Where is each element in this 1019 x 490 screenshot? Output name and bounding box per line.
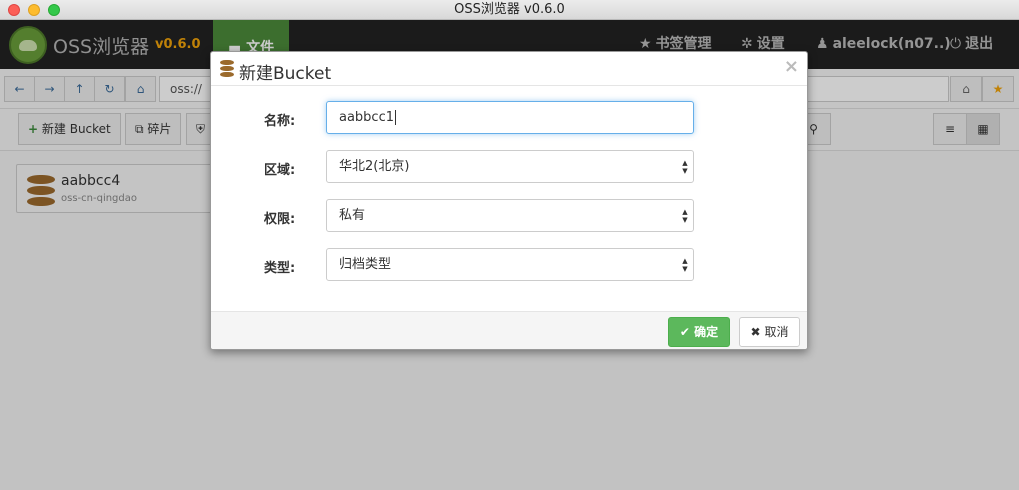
- confirm-button[interactable]: ✔ 确定: [668, 317, 730, 347]
- window-title: OSS浏览器 v0.6.0: [454, 2, 565, 17]
- acl-label: 权限:: [264, 212, 296, 227]
- region-label: 区域:: [264, 163, 296, 178]
- close-window-button[interactable]: [8, 4, 20, 16]
- bucket-name-value: aabbcc1: [339, 110, 395, 125]
- dialog-footer: ✔ 确定 ✖ 取消: [211, 311, 807, 349]
- window-titlebar: OSS浏览器 v0.6.0: [0, 0, 1019, 20]
- bucket-name-input[interactable]: aabbcc1: [326, 101, 694, 134]
- storage-type-select[interactable]: 归档类型 ▲ ▼: [326, 248, 694, 281]
- updown-arrow-icon: ▲ ▼: [682, 257, 688, 273]
- dialog-header: 新建Bucket ×: [211, 52, 807, 86]
- close-icon[interactable]: ×: [784, 56, 799, 77]
- type-label: 类型:: [264, 261, 296, 276]
- minimize-window-button[interactable]: [28, 4, 40, 16]
- text-caret: [395, 110, 397, 125]
- new-bucket-dialog: 新建Bucket × 名称: aabbcc1 区域: 华北2(北京) ▲ ▼ 权限…: [210, 51, 808, 350]
- name-label: 名称:: [264, 114, 296, 129]
- updown-arrow-icon: ▲ ▼: [682, 208, 688, 224]
- acl-select[interactable]: 私有 ▲ ▼: [326, 199, 694, 232]
- zoom-window-button[interactable]: [48, 4, 60, 16]
- region-value: 华北2(北京): [339, 159, 410, 174]
- confirm-label: 确定: [694, 325, 719, 339]
- cancel-label: 取消: [764, 325, 789, 339]
- database-icon: [220, 60, 234, 78]
- storage-type-value: 归档类型: [339, 257, 392, 272]
- check-icon: ✔: [679, 325, 690, 339]
- acl-value: 私有: [339, 208, 366, 223]
- close-icon: ✖: [750, 325, 761, 339]
- cancel-button[interactable]: ✖ 取消: [739, 317, 800, 347]
- region-select[interactable]: 华北2(北京) ▲ ▼: [326, 150, 694, 183]
- updown-arrow-icon: ▲ ▼: [682, 159, 688, 175]
- dialog-title: 新建Bucket: [239, 64, 332, 84]
